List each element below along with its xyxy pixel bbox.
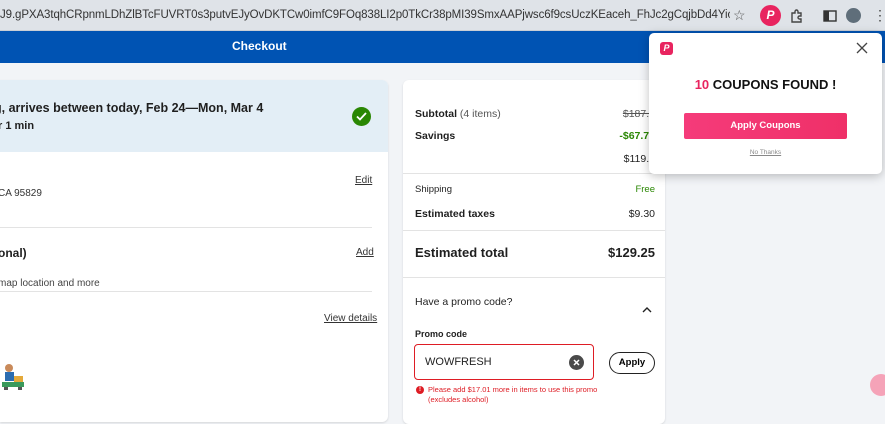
subtotal-label: Subtotal (4 items) [415, 108, 501, 120]
divider [403, 173, 665, 174]
address-text: CA 95829 [0, 188, 42, 199]
coupon-extension-icon[interactable]: P [760, 5, 781, 26]
optional-description: map location and more [0, 278, 100, 289]
apply-coupons-button[interactable]: Apply Coupons [684, 113, 847, 139]
shipping-label: Shipping [415, 184, 452, 195]
item-count: (4 items) [459, 108, 501, 120]
star-icon[interactable]: ☆ [733, 7, 746, 24]
delivery-title: g, arrives between today, Feb 24—Mon, Ma… [0, 101, 264, 115]
delivery-summary: g, arrives between today, Feb 24—Mon, Ma… [0, 80, 388, 152]
savings-label: Savings [415, 130, 456, 142]
puzzle-icon[interactable] [789, 8, 805, 24]
profile-icon[interactable] [846, 8, 861, 23]
product-thumbnail-icon [0, 360, 26, 390]
promo-question[interactable]: Have a promo code? [415, 296, 512, 308]
no-thanks-link[interactable]: No Thanks [649, 149, 882, 156]
side-panel-icon[interactable] [822, 8, 838, 24]
optional-section-title: onal) [0, 246, 27, 260]
close-icon[interactable] [856, 41, 868, 54]
page-title: Checkout [232, 39, 287, 53]
shipping-value: Free [635, 184, 655, 195]
divider [0, 227, 372, 228]
clear-input-icon[interactable] [569, 355, 584, 370]
divider [403, 277, 665, 278]
delivery-panel: g, arrives between today, Feb 24—Mon, Ma… [0, 80, 388, 422]
divider [0, 291, 372, 292]
coupon-count: 10 [694, 77, 710, 92]
promo-field-label: Promo code [415, 329, 468, 339]
view-details-link[interactable]: View details [324, 313, 377, 324]
browser-address-bar: J9.gPXA3tqhCRpnmLDhZlBTcFUVRT0s3putvEJyO… [0, 0, 885, 31]
check-icon [352, 107, 371, 126]
total-value: $129.25 [608, 245, 655, 260]
coupon-popup: P 10 COUPONS FOUND ! Apply Coupons No Th… [649, 33, 882, 174]
menu-icon[interactable]: ⋮ [873, 7, 885, 24]
add-instructions-link[interactable]: Add [356, 247, 374, 258]
delivery-subtitle: r 1 min [0, 120, 35, 132]
chat-help-icon[interactable] [870, 374, 885, 396]
error-icon: ! [416, 386, 424, 394]
promo-error-message: Please add $17.01 more in items to use t… [428, 385, 598, 404]
coupons-found-title: 10 COUPONS FOUND ! [694, 77, 837, 92]
coupon-logo-icon: P [660, 42, 673, 55]
chevron-up-icon[interactable] [642, 302, 652, 313]
promo-code-value[interactable]: WOWFRESH [425, 356, 492, 368]
taxes-label: Estimated taxes [415, 208, 495, 220]
order-summary-panel: Subtotal (4 items) $187.6 Savings -$67.7… [403, 80, 665, 424]
total-label: Estimated total [415, 245, 509, 260]
edit-address-link[interactable]: Edit [355, 175, 372, 186]
divider [403, 230, 665, 231]
url-field[interactable]: J9.gPXA3tqhCRpnmLDhZlBTcFUVRT0s3putvEJyO… [0, 9, 730, 21]
taxes-value: $9.30 [628, 208, 655, 220]
apply-promo-button[interactable]: Apply [609, 352, 655, 374]
promo-code-input[interactable]: WOWFRESH [414, 344, 594, 380]
